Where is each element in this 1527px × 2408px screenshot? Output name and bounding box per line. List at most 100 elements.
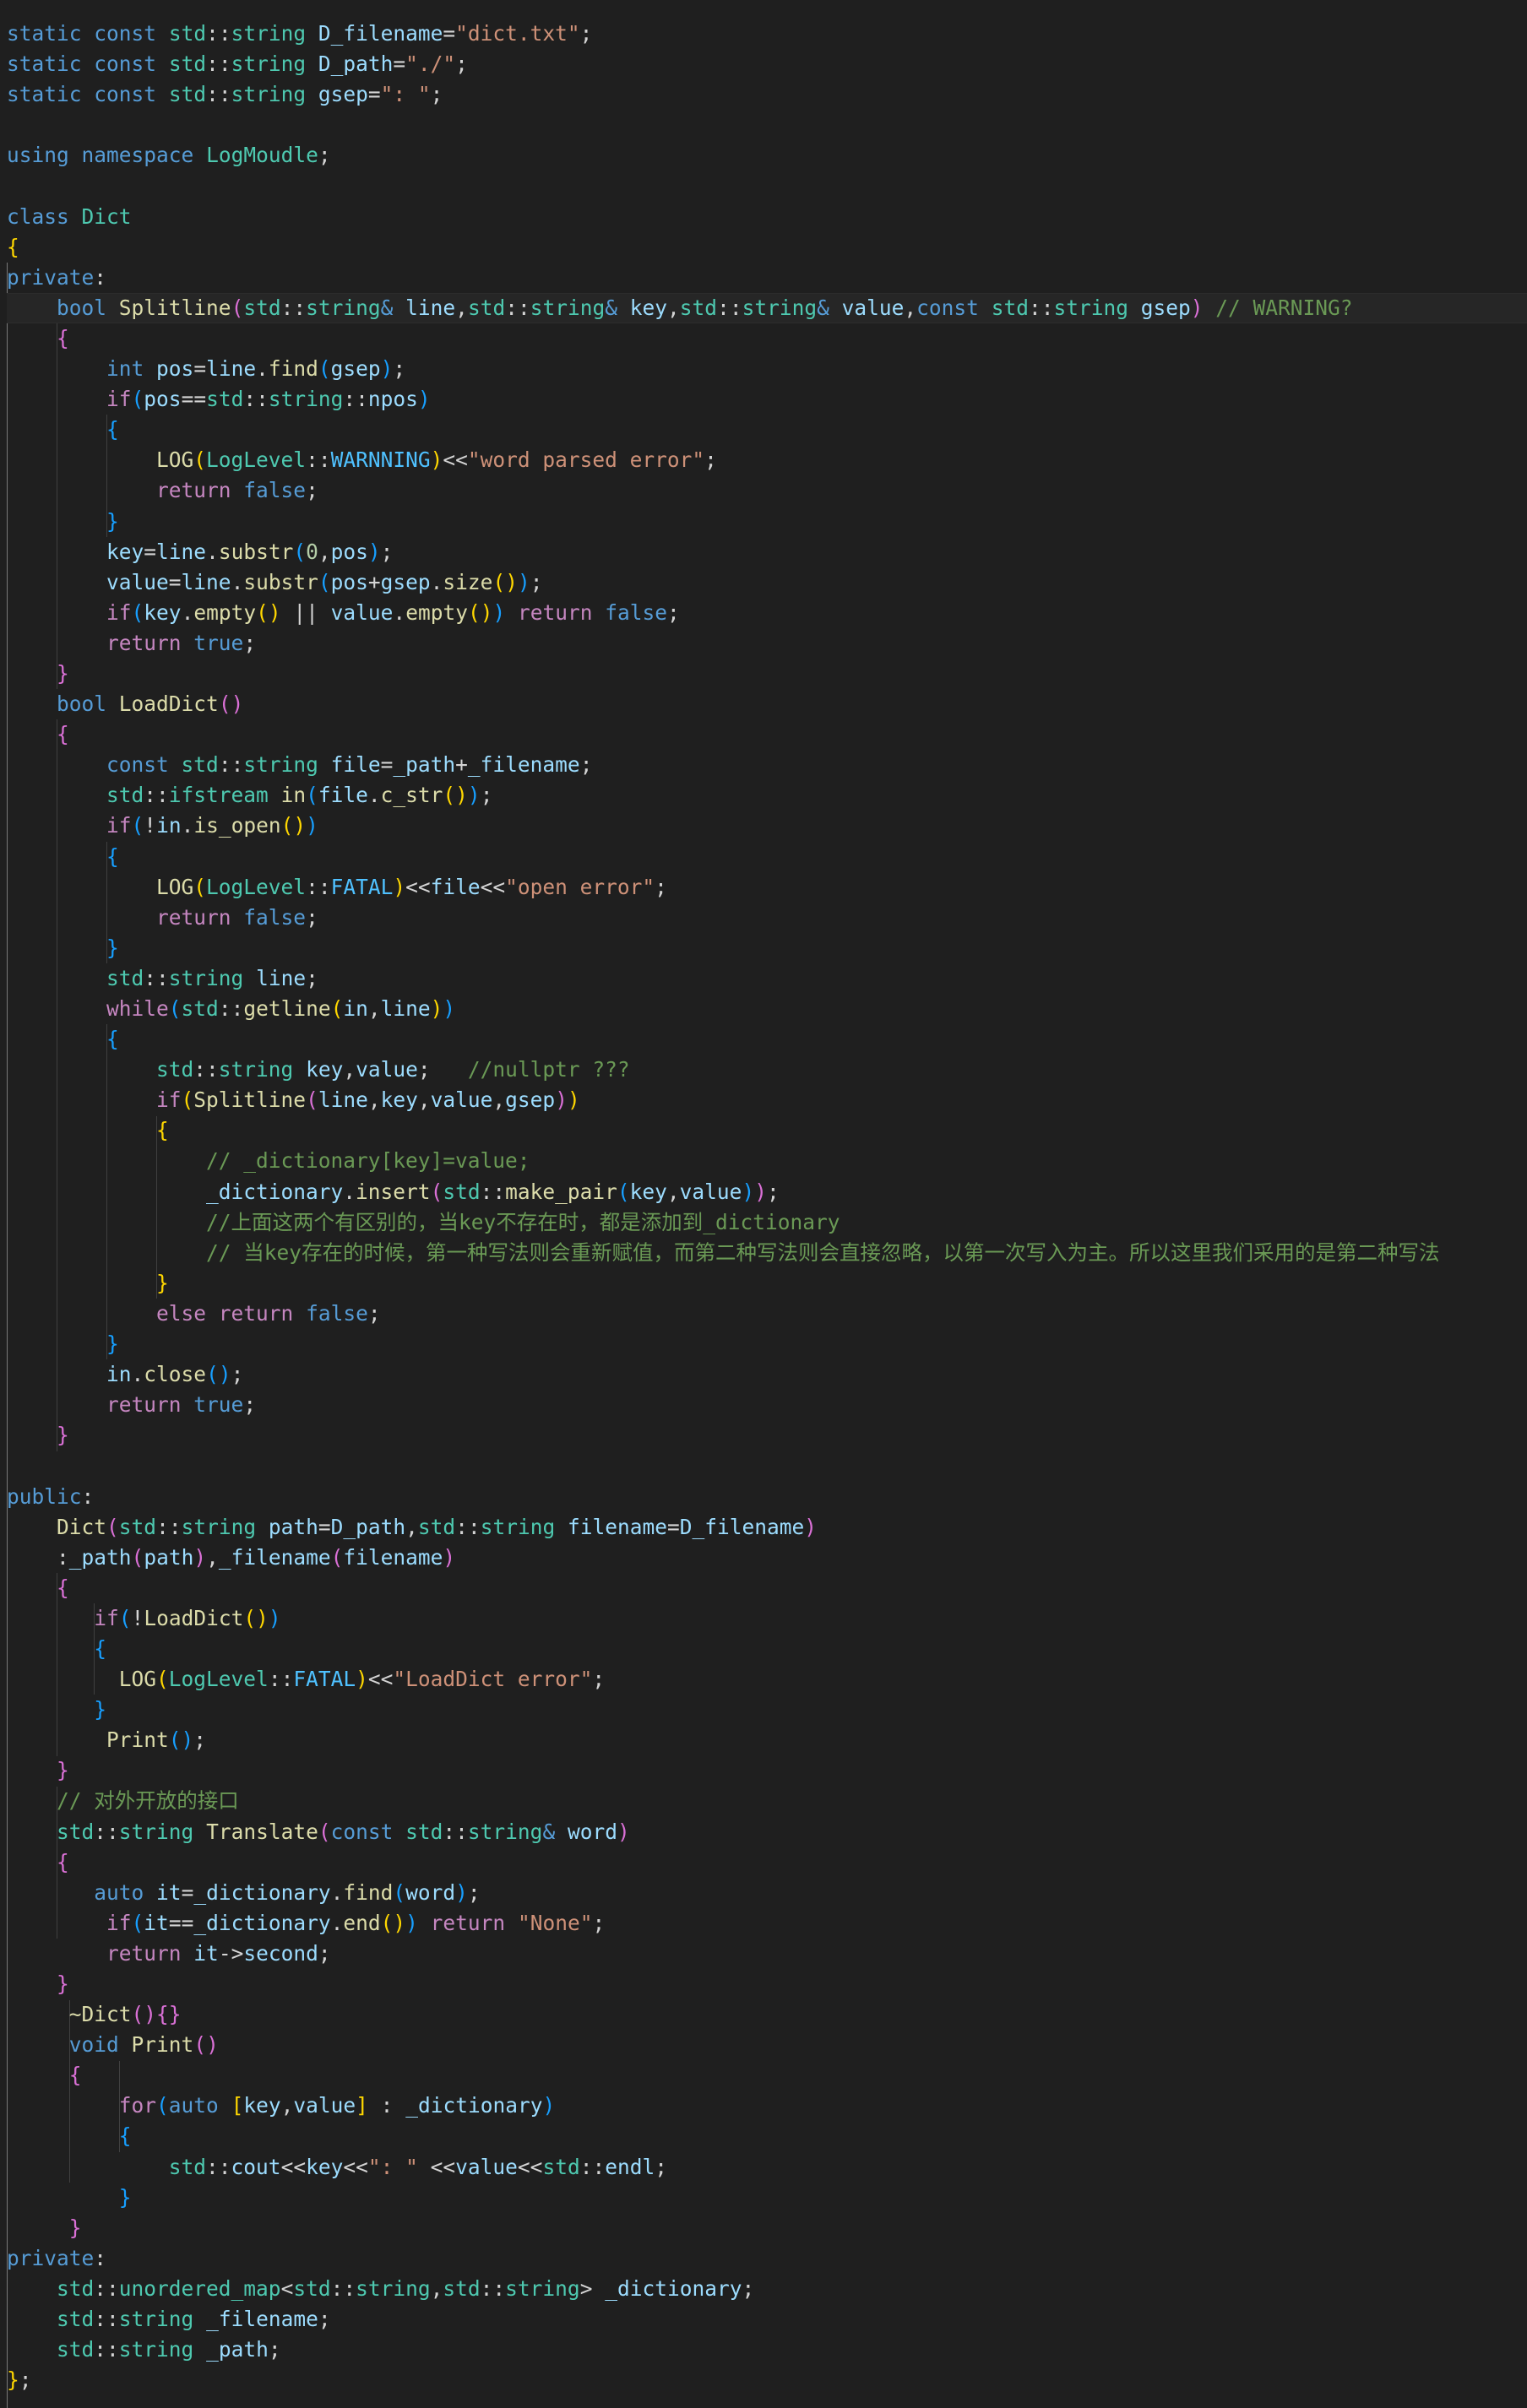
code-line[interactable]: } (7, 933, 1527, 963)
code-line[interactable]: bool Splitline(std::string& line,std::st… (7, 292, 1527, 323)
code-line[interactable]: for(auto [key,value] : _dictionary) (7, 2091, 1527, 2121)
code-line[interactable]: { (7, 1847, 1527, 1878)
code-line[interactable]: } (7, 1268, 1527, 1299)
code-line[interactable]: static const std::string gsep=": "; (7, 79, 1527, 110)
code-line[interactable]: } (7, 659, 1527, 689)
code-line[interactable]: } (7, 1969, 1527, 1999)
code-line[interactable]: std::cout<<key<<": " <<value<<std::endl; (7, 2152, 1527, 2183)
code-token: file (430, 874, 481, 899)
code-line[interactable]: } (7, 2183, 1527, 2213)
code-token: << (405, 874, 431, 899)
code-token: ( (131, 387, 144, 412)
code-line[interactable]: { (7, 415, 1527, 445)
code-line[interactable]: Dict(std::string path=D_path,std::string… (7, 1512, 1527, 1543)
code-line[interactable]: } (7, 507, 1527, 537)
code-line[interactable]: if(pos==std::string::npos) (7, 384, 1527, 415)
code-line[interactable]: return false; (7, 475, 1527, 506)
code-line[interactable]: { (7, 719, 1527, 750)
code-line[interactable]: } (7, 2213, 1527, 2243)
code-line[interactable]: ~Dict(){} (7, 1999, 1527, 2030)
code-line[interactable]: std::ifstream in(file.c_str()); (7, 780, 1527, 811)
code-token: ; (455, 52, 468, 77)
code-line[interactable]: } (7, 1755, 1527, 1786)
code-line[interactable]: std::string line; (7, 963, 1527, 994)
code-line[interactable]: // 对外开放的接口 (7, 1786, 1527, 1816)
code-token: std (57, 2275, 95, 2301)
code-line[interactable]: return false; (7, 903, 1527, 933)
code-token: value (679, 1179, 742, 1204)
code-line[interactable]: std::string _filename; (7, 2304, 1527, 2335)
code-line[interactable]: { (7, 842, 1527, 872)
code-line[interactable]: if(Splitline(line,key,value,gsep)) (7, 1085, 1527, 1115)
code-line[interactable]: std::string _path; (7, 2335, 1527, 2365)
code-token: std (181, 996, 219, 1021)
code-line[interactable]: { (7, 1573, 1527, 1603)
code-line[interactable]: static const std::string D_filename="dic… (7, 19, 1527, 49)
code-line[interactable]: int pos=line.find(gsep); (7, 354, 1527, 384)
code-line[interactable]: in.close(); (7, 1359, 1527, 1390)
code-line[interactable]: else return false; (7, 1299, 1527, 1329)
code-line[interactable]: { (7, 1634, 1527, 1664)
code-line[interactable] (7, 171, 1527, 201)
code-line[interactable]: return true; (7, 628, 1527, 659)
code-line[interactable] (7, 110, 1527, 140)
code-token: std (467, 295, 506, 320)
code-line[interactable]: std::string Translate(const std::string&… (7, 1817, 1527, 1847)
code-line[interactable]: void Print() (7, 2030, 1527, 2060)
code-line[interactable]: // 当key存在的时候，第一种写法则会重新赋值，而第二种写法则会直接忽略，以第… (7, 1238, 1527, 1268)
code-line[interactable]: using namespace LogMoudle; (7, 140, 1527, 171)
code-token: ) (393, 874, 406, 899)
code-line[interactable]: } (7, 1695, 1527, 1725)
code-line[interactable]: private: (7, 263, 1527, 293)
code-token: , (343, 1057, 356, 1082)
code-line[interactable]: return true; (7, 1390, 1527, 1420)
code-line[interactable]: } (7, 1420, 1527, 1451)
code-line[interactable]: public: (7, 1482, 1527, 1512)
code-line[interactable]: _dictionary.insert(std::make_pair(key,va… (7, 1177, 1527, 1207)
code-line[interactable]: static const std::string D_path="./"; (7, 49, 1527, 79)
code-line[interactable]: while(std::getline(in,line)) (7, 994, 1527, 1024)
code-line[interactable]: if(!LoadDict()) (7, 1603, 1527, 1634)
code-line[interactable]: if(!in.is_open()) (7, 811, 1527, 841)
code-token: class (7, 203, 69, 229)
code-line[interactable]: LOG(LogLevel::FATAL)<<file<<"open error"… (7, 872, 1527, 903)
code-area[interactable]: static const std::string D_filename="dic… (7, 19, 1527, 2395)
code-line[interactable]: key=line.substr(0,pos); (7, 537, 1527, 567)
code-line[interactable]: private: (7, 2243, 1527, 2274)
code-line[interactable]: { (7, 2121, 1527, 2151)
code-editor[interactable]: static const std::string D_filename="dic… (0, 0, 1527, 2408)
code-line[interactable]: std::string key,value; //nullptr ??? (7, 1055, 1527, 1085)
code-line[interactable]: { (7, 232, 1527, 263)
code-line[interactable]: :_path(path),_filename(filename) (7, 1543, 1527, 1573)
code-line[interactable]: auto it=_dictionary.find(word); (7, 1878, 1527, 1908)
code-token: ( (306, 783, 318, 808)
code-token: { (118, 2123, 132, 2149)
code-line[interactable]: value=line.substr(pos+gsep.size()); (7, 567, 1527, 598)
code-token: pos (144, 387, 182, 412)
code-line[interactable]: { (7, 323, 1527, 354)
code-line[interactable]: const std::string file=_path+_filename; (7, 750, 1527, 780)
code-line[interactable]: } (7, 1329, 1527, 1359)
code-token: "open error" (505, 874, 655, 899)
code-line[interactable]: std::unordered_map<std::string,std::stri… (7, 2274, 1527, 2304)
code-line[interactable]: { (7, 1024, 1527, 1055)
code-line[interactable]: if(it==_dictionary.end()) return "None"; (7, 1908, 1527, 1939)
code-line[interactable]: }; (7, 2365, 1527, 2395)
code-line[interactable]: bool LoadDict() (7, 689, 1527, 719)
code-line[interactable]: class Dict (7, 202, 1527, 232)
code-line[interactable]: { (7, 2060, 1527, 2091)
code-line[interactable]: // _dictionary[key]=value; (7, 1146, 1527, 1176)
code-line[interactable]: Print(); (7, 1725, 1527, 1755)
code-line[interactable]: { (7, 1115, 1527, 1146)
code-line[interactable]: //上面这两个有区别的，当key不存在时，都是添加到_dictionary (7, 1207, 1527, 1238)
code-line[interactable] (7, 1451, 1527, 1481)
code-line[interactable]: return it->second; (7, 1939, 1527, 1969)
code-line[interactable]: LOG(LogLevel::WARNNING)<<"word parsed er… (7, 445, 1527, 475)
code-line[interactable]: if(key.empty() || value.empty()) return … (7, 598, 1527, 628)
code-line[interactable]: LOG(LogLevel::FATAL)<<"LoadDict error"; (7, 1664, 1527, 1695)
